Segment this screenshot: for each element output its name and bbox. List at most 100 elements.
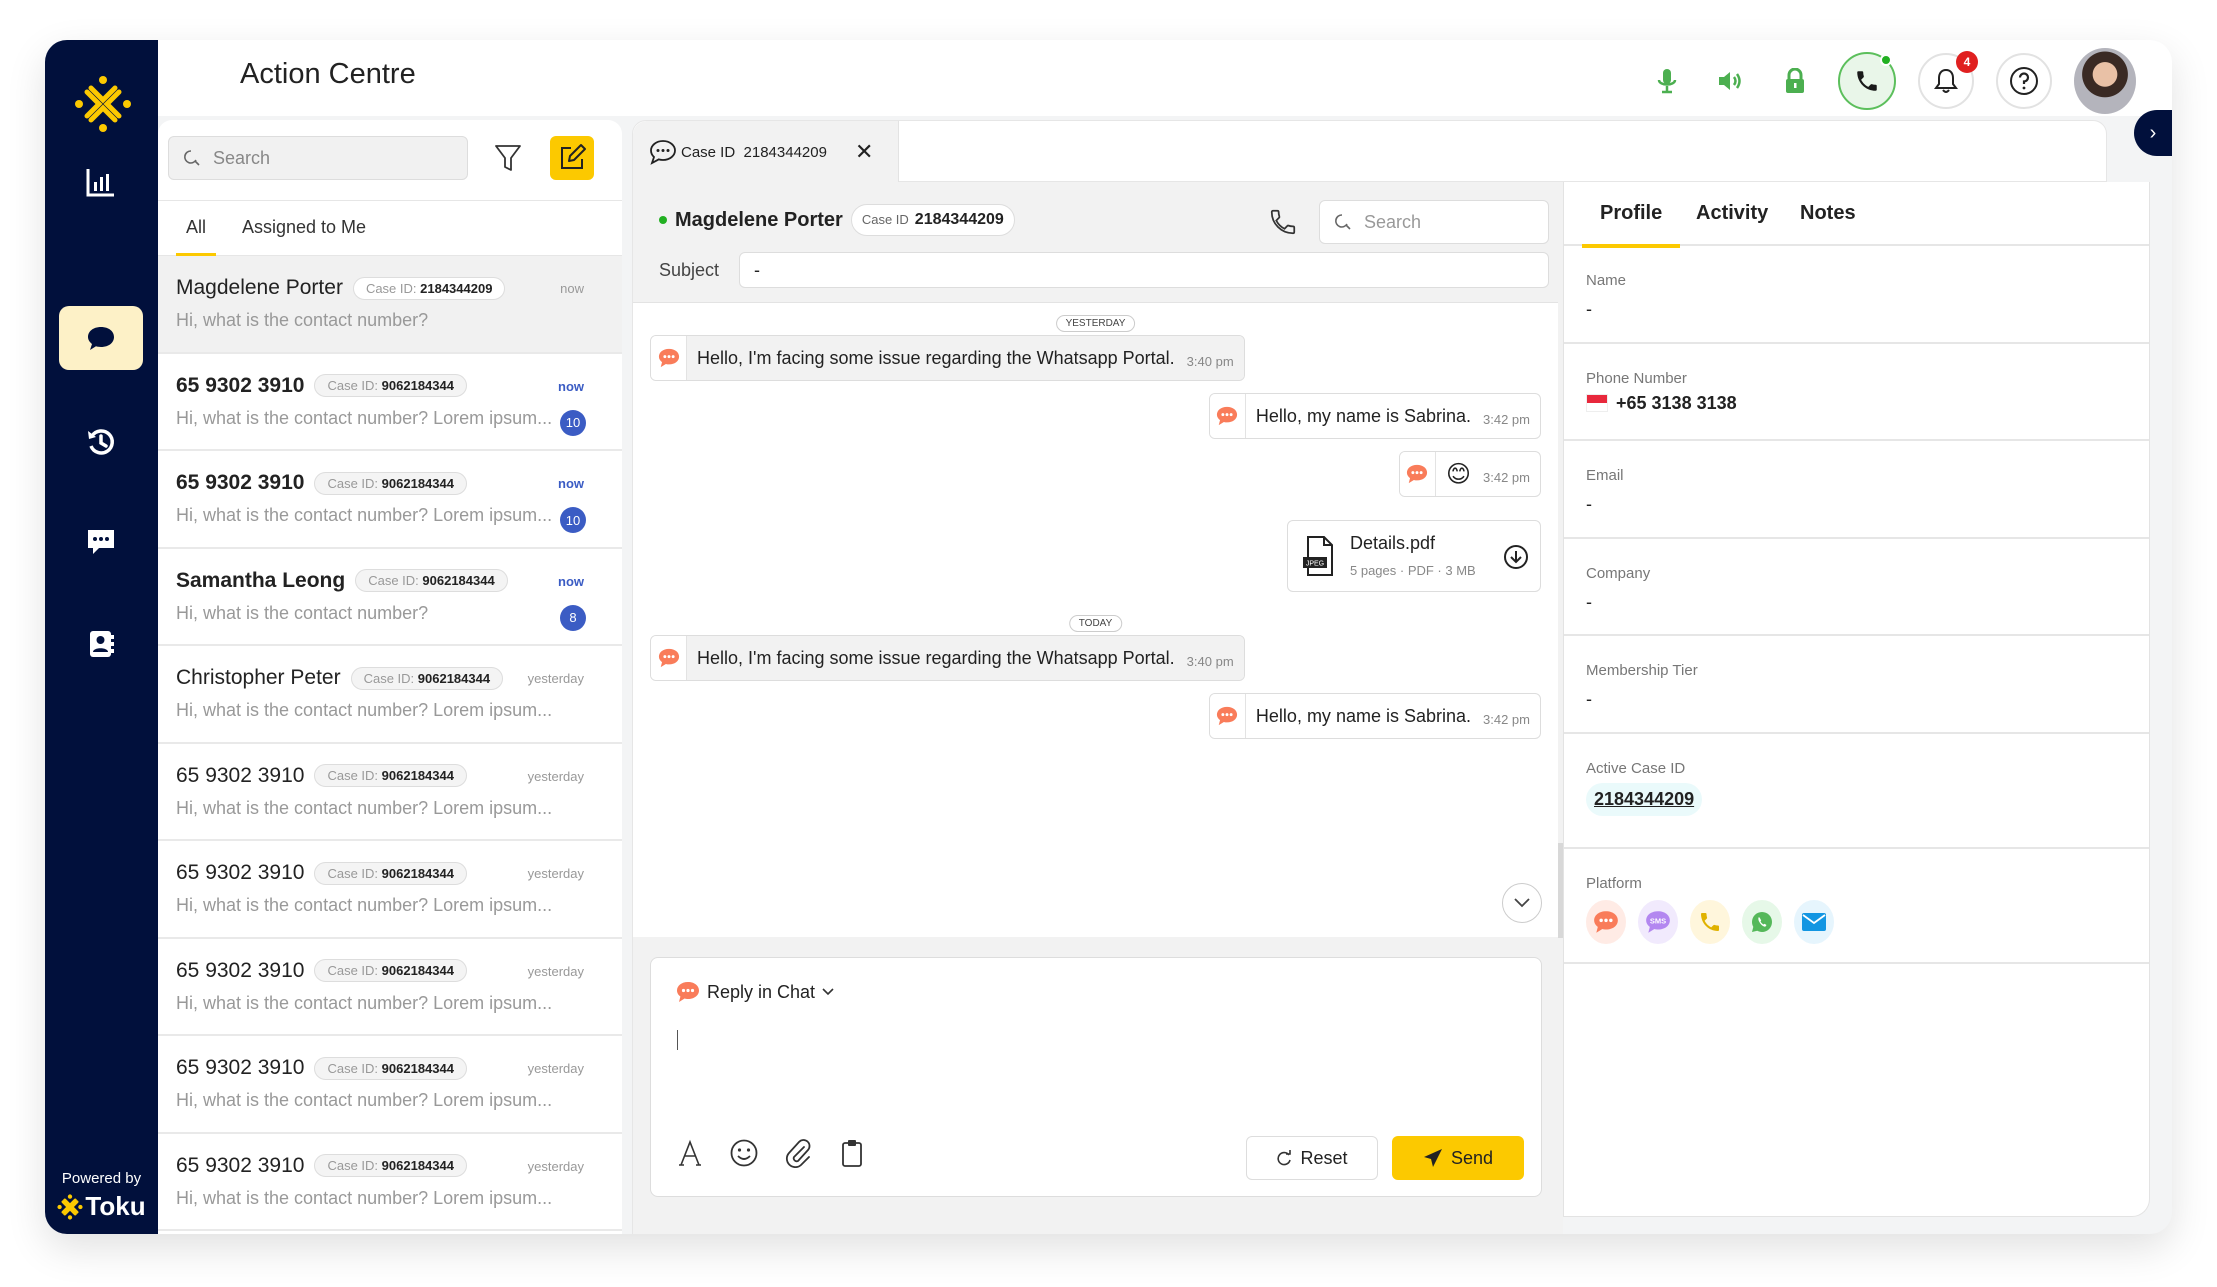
new-conversation-button[interactable]	[550, 136, 594, 180]
active-case-link[interactable]: 2184344209	[1586, 782, 1703, 816]
chat-search-input[interactable]: Search	[1319, 200, 1549, 244]
sidebar-item-history[interactable]	[59, 410, 143, 474]
item-timestamp: now	[560, 281, 584, 296]
tab-assigned-to-me[interactable]: Assigned to Me	[242, 217, 366, 238]
outgoing-message: Hello, my name is Sabrina. 3:42 pm	[1208, 393, 1541, 439]
search-placeholder: Search	[1364, 211, 1422, 232]
case-id-value: 9062184344	[381, 963, 454, 978]
tab-all[interactable]: All	[175, 217, 217, 257]
item-case-badge: Case ID: 2184344209	[352, 276, 506, 300]
message-text: Hello, I'm facing some issue regarding t…	[697, 647, 1175, 668]
conversation-list-item[interactable]: 65 9302 3910 Case ID: 9062184344 now Hi, wh…	[158, 451, 622, 549]
item-header: Magdelene Porter Case ID: 2184344209	[176, 276, 604, 300]
conversation-list: Magdelene Porter Case ID: 2184344209 now Hi…	[158, 256, 622, 1231]
online-indicator	[1880, 54, 1892, 66]
conversation-list-item[interactable]: 65 9302 3910 Case ID: 9062184344 yesterday…	[158, 939, 622, 1036]
platform-whatsapp[interactable]	[1742, 899, 1782, 944]
online-status-dot	[659, 216, 667, 224]
template-button[interactable]	[837, 1138, 867, 1168]
subject-field[interactable]: -	[739, 252, 1549, 288]
email-value: -	[1586, 494, 1592, 514]
chevron-down-icon	[1514, 898, 1530, 908]
message-dots-icon	[88, 530, 114, 554]
collapse-panel-button[interactable]: ›	[2134, 110, 2172, 156]
user-avatar[interactable]	[2074, 48, 2136, 114]
item-contact-name: 65 9302 3910	[176, 958, 305, 982]
unread-count-badge: 10	[560, 507, 586, 533]
conversation-list-panel: Search All Assigned to Me Magdelene Port…	[158, 120, 622, 1234]
filter-button[interactable]	[488, 138, 528, 178]
filter-icon	[495, 145, 521, 171]
microphone-button[interactable]	[1646, 60, 1688, 102]
conversation-search-input[interactable]: Search	[168, 136, 468, 180]
text-format-icon	[679, 1139, 701, 1166]
top-header: Action Centre 4	[158, 40, 2172, 116]
item-contact-name: Samantha Leong	[176, 568, 346, 592]
reset-button[interactable]: Reset	[1246, 1136, 1378, 1180]
live-chat-icon	[1594, 910, 1618, 933]
call-contact-button[interactable]	[1265, 204, 1301, 240]
item-case-badge: Case ID: 9062184344	[314, 764, 467, 787]
send-button[interactable]: Send	[1392, 1136, 1524, 1180]
company-label: Company	[1586, 564, 1651, 582]
conversation-list-item[interactable]: 65 9302 3910 Case ID: 9062184344 yesterday…	[158, 1134, 622, 1231]
powered-by-label: Powered by	[61, 1170, 142, 1187]
platform-email[interactable]	[1794, 899, 1834, 944]
reply-mode-dropdown[interactable]: Reply in Chat	[675, 980, 835, 1004]
conversation-list-item[interactable]: 65 9302 3910 Case ID: 9062184344 now Hi, wh…	[158, 354, 622, 451]
conversation-list-item[interactable]: 65 9302 3910 Case ID: 9062184344 yesterday…	[158, 744, 622, 841]
channel-icon-cell	[651, 336, 687, 380]
platform-live-chat[interactable]	[1586, 899, 1626, 944]
speaker-button[interactable]	[1710, 60, 1752, 102]
message-input[interactable]	[675, 1024, 1515, 1124]
phone-row: +65 3138 3138	[1586, 393, 2149, 414]
outgoing-message: 😊 3:42 pm	[1398, 451, 1541, 497]
case-id-label: Case ID:	[327, 963, 379, 978]
conversation-list-item[interactable]: Samantha Leong Case ID: 9062184344 now Hi, …	[158, 549, 622, 646]
sidebar-item-messages[interactable]	[59, 510, 143, 574]
platform-sms[interactable]: SMS	[1638, 899, 1678, 944]
sidebar-item-conversations[interactable]	[59, 306, 143, 370]
message-time: 3:42 pm	[1483, 469, 1530, 485]
chat-tab-active[interactable]: Case ID 2184344209 ✕	[633, 121, 899, 183]
item-timestamp: now	[558, 378, 584, 394]
chat-body: Magdelene Porter Case ID 2184344209 Searc…	[632, 182, 1564, 1234]
case-id-value: 9062184344	[417, 670, 491, 686]
item-contact-name: 65 9302 3910	[176, 471, 305, 494]
file-attachment[interactable]: JPEG Details.pdf 5 pages · PDF · 3 MB	[1287, 520, 1541, 592]
text-format-button[interactable]	[675, 1138, 705, 1168]
download-icon[interactable]	[1502, 543, 1530, 571]
scroll-to-bottom-button[interactable]	[1502, 883, 1542, 923]
attach-file-button[interactable]	[783, 1138, 813, 1168]
call-status-button[interactable]	[1838, 52, 1896, 110]
message-content: 😊 3:42 pm	[1436, 452, 1540, 496]
conversation-list-item[interactable]: 65 9302 3910 Case ID: 9062184344 yesterday…	[158, 1036, 622, 1134]
phone-outline-icon	[1270, 209, 1296, 235]
conversation-list-item[interactable]: Magdelene Porter Case ID: 2184344209 now Hi…	[158, 256, 622, 354]
emoji-button[interactable]	[729, 1138, 759, 1168]
platform-list: SMS	[1586, 899, 2149, 944]
sidebar-item-analytics[interactable]	[59, 150, 143, 214]
tab-activity[interactable]: Activity	[1696, 202, 1768, 225]
chat-outline-icon	[650, 140, 676, 165]
sidebar-item-contacts[interactable]	[59, 612, 143, 676]
item-preview: Hi, what is the contact number?	[176, 602, 429, 623]
tab-profile[interactable]: Profile	[1581, 202, 1681, 248]
case-id-value: 9062184344	[381, 475, 454, 491]
conversation-list-item[interactable]: 65 9302 3910 Case ID: 9062184344 yesterday…	[158, 841, 622, 939]
message-time: 3:42 pm	[1483, 711, 1530, 727]
platform-voice[interactable]	[1690, 899, 1730, 944]
item-case-badge: Case ID: 9062184344	[314, 861, 467, 885]
notifications-button[interactable]: 4	[1918, 51, 1978, 109]
lock-button[interactable]	[1774, 60, 1816, 102]
close-tab-icon[interactable]: ✕	[855, 139, 873, 165]
tab-notes[interactable]: Notes	[1800, 202, 1856, 225]
history-icon	[88, 429, 114, 455]
help-button[interactable]	[1996, 53, 2052, 109]
chat-panel: Case ID 2184344209 ✕ Magdelene Porter Ca…	[632, 120, 2107, 1234]
conversation-list-item[interactable]: Christopher Peter Case ID: 9062184344 yest…	[158, 646, 622, 744]
message-text: 😊	[1445, 460, 1472, 488]
send-label: Send	[1450, 1147, 1494, 1168]
item-timestamp: now	[558, 476, 584, 491]
item-contact-name: 65 9302 3910	[176, 373, 305, 397]
